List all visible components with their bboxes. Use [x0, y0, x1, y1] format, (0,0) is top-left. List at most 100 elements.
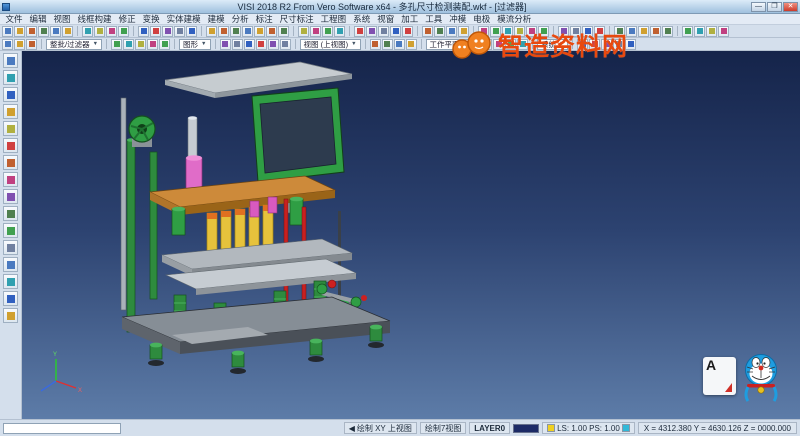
toolbar-icon[interactable] — [558, 26, 569, 37]
toolbar-icon[interactable] — [298, 26, 309, 37]
toolbar-icon[interactable] — [434, 26, 445, 37]
toolbar-icon[interactable] — [150, 26, 161, 37]
view-mode-2-indicator[interactable]: 绘制7视图 — [420, 422, 466, 434]
menu-item-6[interactable]: 实体建模 — [163, 14, 204, 25]
toolbar-icon[interactable] — [505, 39, 516, 50]
scale-indicator[interactable]: LS: 1.00 PS: 1.00 — [542, 422, 635, 434]
toolbar-dropdown-3[interactable]: 图形▼ — [179, 39, 210, 50]
menu-item-3[interactable]: 线框构建 — [74, 14, 115, 25]
toolbar-icon[interactable] — [162, 26, 173, 37]
toolbar-icon[interactable] — [118, 26, 129, 37]
toolbar-icon[interactable] — [159, 39, 170, 50]
toolbar-dropdown-1[interactable]: 整批/过滤器▼ — [46, 39, 102, 50]
toolbar-icon[interactable] — [354, 26, 365, 37]
toolbar-icon[interactable] — [138, 26, 149, 37]
toolbar-icon[interactable] — [718, 26, 729, 37]
maximize-button[interactable]: ❐ — [767, 2, 782, 12]
toolbar-icon[interactable] — [570, 26, 581, 37]
menu-item-11[interactable]: 工程图 — [317, 14, 350, 25]
toolbar-icon[interactable] — [82, 26, 93, 37]
menu-item-10[interactable]: 尺寸标注 — [276, 14, 317, 25]
menu-item-1[interactable]: 编辑 — [26, 14, 50, 25]
toolbar-icon[interactable] — [382, 39, 393, 50]
toolbar-icon[interactable] — [206, 26, 217, 37]
toolbar-icon[interactable] — [613, 39, 624, 50]
toolbar-icon[interactable] — [230, 26, 241, 37]
toolbar-icon[interactable] — [123, 39, 134, 50]
toolbar-icon[interactable] — [94, 26, 105, 37]
toolbar-icon[interactable] — [3, 308, 18, 323]
menu-item-17[interactable]: 电极 — [470, 14, 494, 25]
toolbar-icon[interactable] — [3, 257, 18, 272]
toolbar-icon[interactable] — [517, 39, 528, 50]
toolbar-icon[interactable] — [2, 26, 13, 37]
toolbar-icon[interactable] — [422, 26, 433, 37]
toolbar-icon[interactable] — [220, 39, 231, 50]
toolbar-icon[interactable] — [62, 26, 73, 37]
toolbar-icon[interactable] — [3, 53, 18, 68]
toolbar-icon[interactable] — [174, 26, 185, 37]
toolbar-icon[interactable] — [322, 26, 333, 37]
toolbar-dropdown-9[interactable]: 系统▼ — [537, 39, 568, 50]
toolbar-icon[interactable] — [218, 26, 229, 37]
back-arrow-icon[interactable]: ◀ — [349, 424, 355, 433]
toolbar-icon[interactable] — [390, 26, 401, 37]
layer-indicator[interactable]: LAYER0 — [469, 422, 510, 434]
menu-item-0[interactable]: 文件 — [2, 14, 26, 25]
toolbar-icon[interactable] — [3, 291, 18, 306]
toolbar-icon[interactable] — [310, 26, 321, 37]
toolbar-icon[interactable] — [638, 26, 649, 37]
toolbar-icon[interactable] — [3, 155, 18, 170]
toolbar-icon[interactable] — [370, 39, 381, 50]
toolbar-icon[interactable] — [254, 26, 265, 37]
toolbar-icon[interactable] — [394, 39, 405, 50]
toolbar-icon[interactable] — [694, 26, 705, 37]
toolbar-icon[interactable] — [682, 26, 693, 37]
toolbar-icon[interactable] — [402, 26, 413, 37]
toolbar-dropdown-7[interactable]: 工作平面▼ — [426, 39, 472, 50]
toolbar-icon[interactable] — [490, 26, 501, 37]
toolbar-icon[interactable] — [626, 26, 637, 37]
toolbar-icon[interactable] — [650, 26, 661, 37]
toolbar-icon[interactable] — [147, 39, 158, 50]
toolbar-icon[interactable] — [334, 26, 345, 37]
viewport-3d[interactable]: Y X A — [22, 51, 800, 419]
toolbar-icon[interactable] — [406, 39, 417, 50]
toolbar-icon[interactable] — [244, 39, 255, 50]
toolbar-icon[interactable] — [3, 189, 18, 204]
toolbar-icon[interactable] — [662, 26, 673, 37]
toolbar-icon[interactable] — [625, 39, 636, 50]
toolbar-icon[interactable] — [3, 172, 18, 187]
menu-item-15[interactable]: 工具 — [422, 14, 446, 25]
command-input[interactable] — [3, 423, 121, 434]
toolbar-icon[interactable] — [493, 39, 504, 50]
toolbar-icon[interactable] — [526, 26, 537, 37]
view-mode-indicator[interactable]: ◀ 绘制 XY 上视图 — [344, 422, 417, 434]
menu-item-2[interactable]: 视图 — [50, 14, 74, 25]
toolbar-icon[interactable] — [366, 26, 377, 37]
toolbar-icon[interactable] — [3, 240, 18, 255]
toolbar-icon[interactable] — [135, 39, 146, 50]
toolbar-icon[interactable] — [280, 39, 291, 50]
toolbar-icon[interactable] — [538, 26, 549, 37]
toolbar-icon[interactable] — [458, 26, 469, 37]
toolbar-icon[interactable] — [577, 39, 588, 50]
toolbar-icon[interactable] — [582, 26, 593, 37]
toolbar-icon[interactable] — [594, 26, 605, 37]
menu-item-8[interactable]: 分析 — [228, 14, 252, 25]
toolbar-icon[interactable] — [706, 26, 717, 37]
toolbar-icon[interactable] — [266, 26, 277, 37]
toolbar-icon[interactable] — [256, 39, 267, 50]
toolbar-icon[interactable] — [3, 104, 18, 119]
toolbar-icon[interactable] — [14, 26, 25, 37]
toolbar-icon[interactable] — [268, 39, 279, 50]
toolbar-icon[interactable] — [242, 26, 253, 37]
toolbar-icon[interactable] — [2, 39, 13, 50]
toolbar-icon[interactable] — [3, 138, 18, 153]
toolbar-icon[interactable] — [3, 223, 18, 238]
menu-item-14[interactable]: 加工 — [398, 14, 422, 25]
menu-item-5[interactable]: 变换 — [139, 14, 163, 25]
toolbar-icon[interactable] — [106, 26, 117, 37]
toolbar-icon[interactable] — [3, 70, 18, 85]
toolbar-icon[interactable] — [14, 39, 25, 50]
